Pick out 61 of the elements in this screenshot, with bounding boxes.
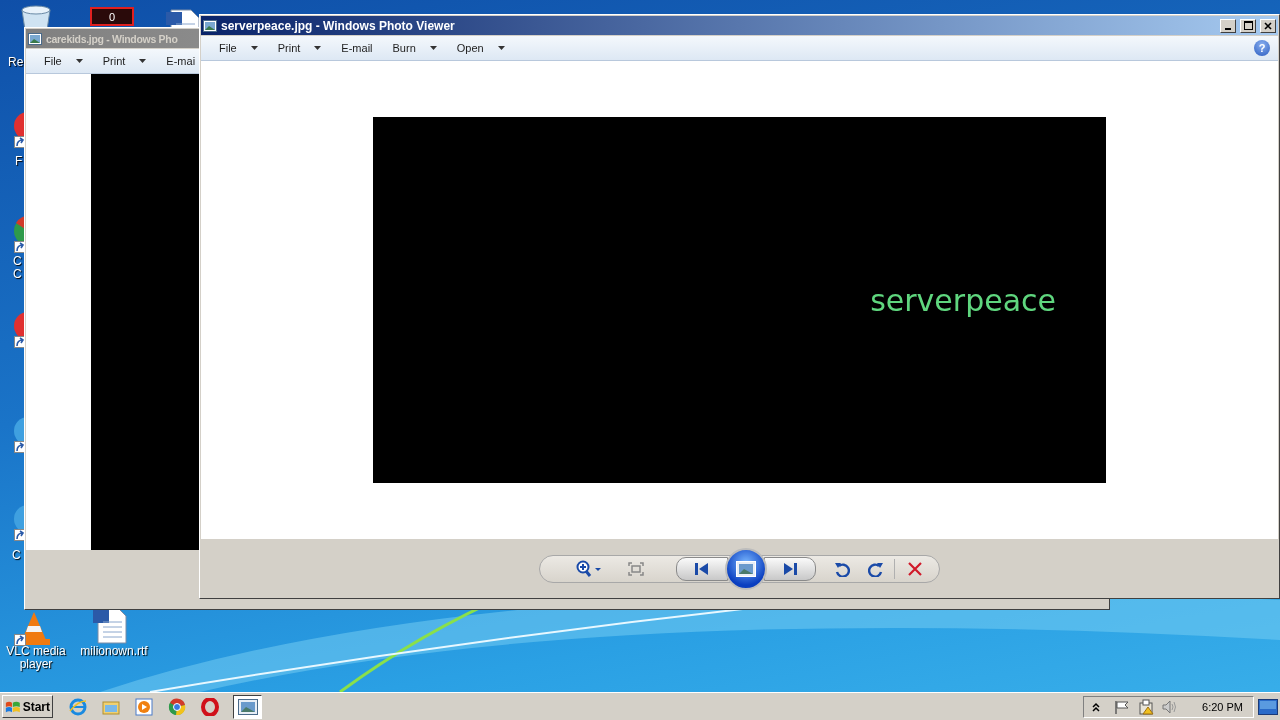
menu-button[interactable]: File: [42, 50, 85, 72]
quick-launch-button[interactable]: [135, 697, 153, 716]
maximize-icon: [1243, 21, 1253, 30]
delete-icon: [907, 561, 923, 577]
clock[interactable]: 6:20 PM: [1202, 700, 1243, 713]
fit-window-icon: [628, 562, 644, 576]
fit-window-button[interactable]: [628, 562, 644, 576]
quick-launch-button[interactable]: [168, 697, 186, 716]
previous-button[interactable]: [676, 557, 728, 581]
photo-viewer-icon: [203, 19, 217, 32]
menu-button[interactable]: File: [217, 37, 260, 59]
taskbar-button[interactable]: [233, 694, 262, 719]
next-icon: [783, 563, 797, 575]
rotate-left-icon: [834, 561, 850, 577]
flag-icon: [1114, 699, 1131, 714]
slideshow-icon: [736, 561, 756, 577]
show-hidden-icons-button[interactable]: [1092, 701, 1101, 712]
network-button[interactable]: [1138, 698, 1155, 715]
zoom-icon: [576, 560, 602, 578]
minimize-icon: [1225, 27, 1231, 30]
browser-icon: [69, 697, 87, 716]
menu-button[interactable]: Open: [454, 37, 507, 59]
photo-text: serverpeace: [870, 282, 1056, 318]
network-warning-icon: [1138, 698, 1155, 715]
counter-badge[interactable]: 0: [90, 7, 134, 26]
delete-button[interactable]: [907, 561, 923, 577]
close-button[interactable]: [1260, 18, 1276, 33]
menu-button[interactable]: Burn: [390, 37, 439, 59]
desktop-icon-label[interactable]: C: [12, 549, 21, 562]
zoom-button[interactable]: [576, 560, 602, 578]
speaker-icon: [1162, 699, 1179, 714]
rotate-right-icon: [868, 561, 884, 577]
next-button[interactable]: [764, 557, 816, 581]
chrome-icon: [168, 697, 186, 716]
menu-button[interactable]: E-mai: [164, 50, 198, 72]
photo-viewer-icon: [237, 698, 258, 715]
desktop-icon-label[interactable]: C C: [13, 255, 22, 281]
menu-button[interactable]: Print: [100, 50, 149, 72]
desktop-icon-label[interactable]: Re: [8, 56, 24, 69]
chevron-up-icon: [1092, 701, 1101, 712]
close-icon: [1264, 21, 1272, 30]
desktop-icon-label[interactable]: F: [15, 155, 23, 168]
show-desktop-icon[interactable]: [1258, 698, 1278, 715]
maximize-button[interactable]: [1240, 18, 1256, 33]
window-title: serverpeace.jpg - Windows Photo Viewer: [221, 18, 456, 33]
slideshow-button[interactable]: [725, 548, 767, 590]
media-player-icon: [135, 697, 153, 716]
menu-button[interactable]: Print: [275, 37, 324, 59]
previous-icon: [695, 563, 709, 575]
rotate-left-button[interactable]: [834, 561, 850, 577]
volume-button[interactable]: [1162, 699, 1179, 714]
action-center-button[interactable]: [1114, 699, 1131, 714]
photo-viewer-icon: [28, 32, 42, 45]
minimize-button[interactable]: [1220, 18, 1236, 33]
window-title: carekids.jpg - Windows Pho: [46, 32, 179, 45]
shortcut-arrow-icon: [14, 634, 26, 646]
rotate-right-button[interactable]: [868, 561, 884, 577]
menu-button[interactable]: E-mail: [339, 37, 375, 59]
opera-icon: [201, 697, 219, 716]
start-button[interactable]: Start: [2, 695, 53, 718]
quick-launch-button[interactable]: [201, 697, 219, 716]
